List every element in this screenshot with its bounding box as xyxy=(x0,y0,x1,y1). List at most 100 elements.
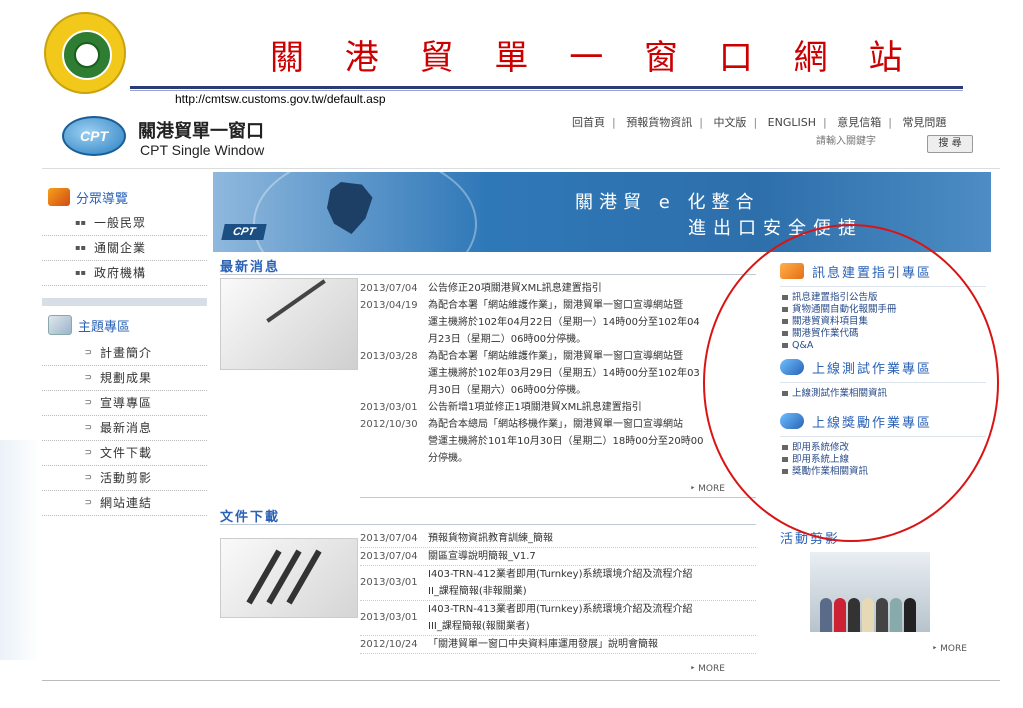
download-line: I403-TRN-413業者即用(Turnkey)系統環境介紹及流程介紹 xyxy=(428,604,693,615)
download-item[interactable]: 2013/03/01 I403-TRN-412業者即用(Turnkey)系統環境… xyxy=(360,566,756,601)
nav-item-public[interactable]: ▪▪ 一般民眾 xyxy=(42,210,207,236)
news-date: 2012/10/30 xyxy=(360,419,418,430)
nav-item-enterprise[interactable]: ▪▪ 通關企業 xyxy=(42,235,207,261)
topnav-cargo-info[interactable]: 預報貨物資訊 xyxy=(626,116,692,129)
news-bottom-line xyxy=(360,497,756,498)
download-link[interactable]: 「關港貿單一窗口中央資料庫運用發展」說明會簡報 xyxy=(428,636,756,653)
download-item[interactable]: 2013/07/04 關區宣導說明簡報_V1.7 xyxy=(360,548,756,566)
nav-group-audience: 分眾導覽 xyxy=(42,184,207,210)
slide-title: 關 港 貿 單 一 窗 口 網 站 xyxy=(270,38,918,78)
bullet-icon: ⊃ xyxy=(84,497,92,508)
news-section-title: 最新消息 xyxy=(220,260,281,275)
download-date: 2013/07/04 xyxy=(360,551,418,562)
download-line: I403-TRN-412業者即用(Turnkey)系統環境介紹及流程介紹 xyxy=(428,569,693,580)
bullet-icon: ▪▪ xyxy=(75,218,86,227)
news-item[interactable]: 2013/03/01 公告新增1項並修正1項關港貿XML訊息建置指引 xyxy=(360,399,756,416)
title-divider-thin xyxy=(130,90,963,91)
site-title: 關港貿單一窗口 xyxy=(138,121,264,142)
pen-icon xyxy=(266,279,326,323)
bullet-icon: ⊃ xyxy=(84,447,92,458)
nav-item-links[interactable]: ⊃ 網站連結 xyxy=(42,490,207,516)
site-header: CPT 關港貿單一窗口 CPT Single Window 回首頁 | 預報貨物資… xyxy=(42,108,1000,169)
download-link[interactable]: 關區宣導說明簡報_V1.7 xyxy=(428,548,756,565)
nav-item-label: 活動剪影 xyxy=(100,471,153,485)
cpt-logo-icon[interactable]: CPT xyxy=(62,116,126,156)
downloads-more-link[interactable]: ‣ MORE xyxy=(690,664,725,674)
banner-cpt-tag: CPT xyxy=(221,224,267,240)
nav-item-label: 文件下載 xyxy=(100,446,153,460)
download-line: III_課程簡報(報關業者) xyxy=(428,621,530,632)
banner-slogan-1: 關港貿 e 化整合 xyxy=(575,192,760,213)
nav-item-gallery[interactable]: ⊃ 活動剪影 xyxy=(42,465,207,491)
download-link[interactable]: I403-TRN-413業者即用(Turnkey)系統環境介紹及流程介紹 III… xyxy=(428,601,756,635)
nav-item-news[interactable]: ⊃ 最新消息 xyxy=(42,415,207,441)
download-date: 2013/07/04 xyxy=(360,533,418,544)
search-button[interactable]: 搜 尋 xyxy=(927,135,973,153)
left-navigation: 分眾導覽 ▪▪ 一般民眾 ▪▪ 通關企業 ▪▪ 政府機構 主題專區 ⊃ 計畫簡介 ⊃ 規劃… xyxy=(42,170,207,680)
nav-divider xyxy=(42,298,207,306)
nav-item-downloads[interactable]: ⊃ 文件下載 xyxy=(42,440,207,466)
news-line: 分停機。 xyxy=(428,453,468,464)
downloads-underline xyxy=(220,524,756,525)
bullet-icon: ▪▪ xyxy=(75,243,86,252)
nav-item-promotion[interactable]: ⊃ 宣導專區 xyxy=(42,390,207,416)
nav-group-topics: 主題專區 xyxy=(42,312,207,338)
news-item[interactable]: 2013/07/04 公告修正20項關港貿XML訊息建置指引 xyxy=(360,280,756,297)
downloads-section-title: 文件下載 xyxy=(220,510,281,525)
news-link[interactable]: 為配合本總局「網站移機作業」，關港貿單一窗口宣導網站 營運主機將於101年10月… xyxy=(428,416,756,467)
news-line: 運主機將於102年04月22日（星期一）14時00分至102年04 xyxy=(428,317,700,328)
download-link[interactable]: I403-TRN-412業者即用(Turnkey)系統環境介紹及流程介紹 II_… xyxy=(428,566,756,600)
download-date: 2012/10/24 xyxy=(360,639,418,650)
news-more-link[interactable]: ‣ MORE xyxy=(690,484,725,494)
news-date: 2013/03/01 xyxy=(360,402,418,413)
customs-emblem-logo xyxy=(44,12,126,94)
nav-item-label: 最新消息 xyxy=(100,421,153,435)
bullet-icon: ⊃ xyxy=(84,422,92,433)
news-line: 營運主機將於101年10月30日（星期二）18時00分至20時00 xyxy=(428,436,704,447)
nav-item-government[interactable]: ▪▪ 政府機構 xyxy=(42,260,207,286)
download-item[interactable]: 2013/07/04 預報貨物資訊教育訓練_簡報 xyxy=(360,530,756,548)
news-date: 2013/04/19 xyxy=(360,300,418,311)
news-item[interactable]: 2012/10/30 為配合本總局「網站移機作業」，關港貿單一窗口宣導網站 營運… xyxy=(360,416,756,467)
nav-item-label: 網站連結 xyxy=(100,496,153,510)
people-icon xyxy=(48,188,70,206)
nav-item-label: 計畫簡介 xyxy=(100,346,153,360)
nav-item-label: 宣導專區 xyxy=(100,396,153,410)
topnav-home[interactable]: 回首頁 xyxy=(572,116,605,129)
bullet-icon: ⊃ xyxy=(84,347,92,358)
nav-item-plan-intro[interactable]: ⊃ 計畫簡介 xyxy=(42,340,207,366)
news-item[interactable]: 2013/04/19 為配合本署「網站維護作業」，關港貿單一窗口宣導網站暨 運主… xyxy=(360,297,756,348)
download-item[interactable]: 2012/10/24 「關港貿單一窗口中央資料庫運用發展」說明會簡報 xyxy=(360,636,756,654)
download-item[interactable]: 2013/03/01 I403-TRN-413業者即用(Turnkey)系統環境… xyxy=(360,601,756,636)
topnav-feedback[interactable]: 意見信箱 xyxy=(837,116,881,129)
search-input[interactable] xyxy=(812,133,930,149)
download-date: 2013/03/01 xyxy=(360,612,418,623)
topnav-chinese[interactable]: 中文版 xyxy=(713,116,746,129)
topnav-english[interactable]: ENGLISH xyxy=(768,116,816,129)
activity-photo[interactable] xyxy=(810,552,930,632)
downloads-list: 2013/07/04 預報貨物資訊教育訓練_簡報 2013/07/04 關區宣導… xyxy=(360,530,756,654)
nav-group-title: 分眾導覽 xyxy=(76,191,129,207)
activity-more-link[interactable]: ‣ MORE xyxy=(932,644,967,654)
news-link[interactable]: 為配合本署「網站維護作業」，關港貿單一窗口宣導網站暨 運主機將於102年04月2… xyxy=(428,297,756,348)
nav-item-label: 政府機構 xyxy=(94,266,147,280)
nav-item-label: 規劃成果 xyxy=(100,371,153,385)
news-link[interactable]: 公告新增1項並修正1項關港貿XML訊息建置指引 xyxy=(428,402,642,413)
news-thumbnail xyxy=(220,278,358,370)
news-line: 為配合本署「網站維護作業」，關港貿單一窗口宣導網站暨 xyxy=(428,300,683,311)
nav-group-title: 主題專區 xyxy=(78,319,131,335)
title-divider xyxy=(130,86,963,89)
nav-item-results[interactable]: ⊃ 規劃成果 xyxy=(42,365,207,391)
topnav-faq[interactable]: 常見問題 xyxy=(902,116,946,129)
download-link[interactable]: 預報貨物資訊教育訓練_簡報 xyxy=(428,530,756,547)
bullet-icon: ⊃ xyxy=(84,472,92,483)
highlight-ellipse xyxy=(703,224,999,542)
news-item[interactable]: 2013/03/28 為配合本署「網站維護作業」，關港貿單一窗口宣導網站暨 運主… xyxy=(360,348,756,399)
site-subtitle: CPT Single Window xyxy=(140,142,265,158)
news-link[interactable]: 公告修正20項關港貿XML訊息建置指引 xyxy=(428,283,602,294)
bullet-icon: ⊃ xyxy=(84,397,92,408)
top-navigation: 回首頁 | 預報貨物資訊 | 中文版 | ENGLISH | 意見信箱 | 常見問題 xyxy=(572,116,947,129)
bullet-icon: ⊃ xyxy=(84,372,92,383)
side-decoration xyxy=(0,440,40,660)
downloads-thumbnail xyxy=(220,538,358,618)
